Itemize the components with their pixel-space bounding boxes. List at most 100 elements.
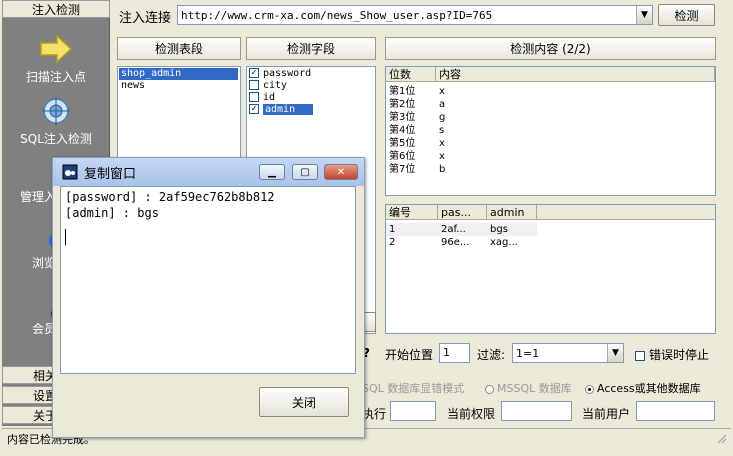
chevron-down-icon[interactable]: ▼ [636,6,652,24]
cell: g [439,112,446,123]
sidebar-item-scan[interactable]: 扫描注入点 [2,34,110,85]
cell: 2af... [441,224,466,235]
list-item-field[interactable]: id [247,92,375,104]
field-name: id [263,92,276,103]
current-perm-label: 当前权限 [447,407,496,421]
start-pos-label: 开始位置 [385,348,434,362]
maximize-icon: ▢ [300,166,310,178]
sidebar-header[interactable]: 注入检测 [2,0,110,18]
results-grid-body: 1 2af... bgs 2 96e... xag... [386,223,715,249]
column-header[interactable]: 位数 [386,67,436,81]
cell: s [439,125,445,136]
checkbox-unchecked[interactable] [249,92,259,102]
position-grid: 位数 内容 第1位 x 第2位 a 第3位 g 第4位 s 第5位 x 第6位 x 第7位 b [385,66,716,196]
chevron-down-icon[interactable]: ▼ [607,344,623,362]
sidebar-item-label: 管理入 [20,190,57,204]
copy-textarea[interactable]: [password] : 2af59ec762b8b812 [admin] : … [60,186,356,374]
url-value: http://www.crm-xa.com/news_Show_user.asp… [181,8,493,22]
radio-label: Access或其他数据库 [597,382,701,395]
close-window-button[interactable]: ✕ [324,164,358,180]
dialog-titlebar[interactable]: 复制窗口 ▁ ▢ ✕ [53,158,364,186]
results-grid: 编号 pas... admin 1 2af... bgs 2 96e... xa… [385,204,716,334]
minimize-icon: ▁ [268,166,276,178]
execute-input[interactable] [390,401,436,421]
resize-grip-icon[interactable] [715,432,727,444]
radio-button-selected[interactable] [585,384,594,394]
list-item-table[interactable]: shop_admin [119,68,238,80]
tables-header[interactable]: 检测表段 [117,37,241,60]
list-item-field[interactable]: city [247,80,375,92]
table-row[interactable]: 第6位 x [386,150,715,163]
maximize-button[interactable]: ▢ [292,164,318,180]
content-header[interactable]: 检测内容 (2/2) [385,37,716,60]
field-name: password [263,68,312,79]
column-header[interactable]: pas... [438,205,487,219]
grid-header: 编号 pas... admin [386,205,715,220]
current-perm-field [501,401,572,421]
checkbox-checked[interactable]: ✓ [249,104,259,114]
column-header[interactable]: 编号 [386,205,438,219]
text-line: [password] : 2af59ec762b8b812 [65,190,275,204]
arrow-right-icon [40,34,73,64]
cell: 96e... [441,237,470,248]
cell: 第4位 [389,125,416,136]
cell: x [439,151,445,162]
list-item-table[interactable]: news [119,80,238,92]
table-row[interactable]: 第3位 g [386,111,715,124]
cell: 1 [389,224,396,235]
cell: x [439,86,445,97]
radio-access[interactable]: Access或其他数据库 [585,380,701,396]
sql-injection-icon [42,97,70,125]
radio-mssql-error[interactable]: SQL 数据库显错模式 [362,380,464,396]
copy-dialog: 复制窗口 ▁ ▢ ✕ [password] : 2af59ec762b8b812… [52,157,365,438]
stop-on-error-label: 错误时停止 [649,348,710,362]
cell: 2 [389,237,396,248]
checkbox-unchecked[interactable] [635,350,645,361]
dialog-close-button[interactable]: 关闭 [259,387,349,417]
checkbox-checked[interactable]: ✓ [249,68,259,78]
table-row[interactable]: 第1位 x [386,85,715,98]
cell: b [439,164,446,175]
cell: 第3位 [389,112,416,123]
table-row[interactable]: 第7位 b [386,163,715,176]
list-item-field[interactable]: ✓ admin [247,104,375,116]
list-item-field[interactable]: ✓ password [247,68,375,80]
table-row[interactable]: 1 2af... bgs [386,223,537,236]
cell: 第7位 [389,164,416,175]
table-row[interactable]: 第5位 x [386,137,715,150]
detect-button[interactable]: 检测 [658,4,715,26]
filter-label: 过滤: [477,348,506,362]
fields-header[interactable]: 检测字段 [246,37,376,60]
grid-header: 位数 内容 [386,67,715,82]
table-row[interactable]: 2 96e... xag... [386,236,537,249]
sidebar-item-sql[interactable]: SQL注入检测 [2,96,110,147]
cell: a [439,99,446,110]
cell: 第5位 [389,138,416,149]
radio-mssql[interactable]: MSSQL 数据库 [485,380,572,396]
start-pos-input[interactable]: 1 [439,343,470,363]
table-row[interactable]: 第2位 a [386,98,715,111]
radio-label: SQL 数据库显错模式 [362,382,465,395]
field-name: admin [263,104,314,115]
minimize-button[interactable]: ▁ [259,164,285,180]
column-header[interactable]: 内容 [436,67,715,81]
table-row[interactable]: 第4位 s [386,124,715,137]
cell: xag... [490,237,518,248]
radio-label: MSSQL 数据库 [497,382,572,395]
cell: 第2位 [389,99,416,110]
filter-select[interactable]: 1=1 ▼ [512,343,624,363]
sidebar-item-label: 扫描注入点 [25,70,86,84]
cell: 第6位 [389,151,416,162]
column-header[interactable]: admin [487,205,537,219]
radio-button[interactable] [485,384,494,394]
field-name: city [263,80,288,91]
checkbox-unchecked[interactable] [249,80,259,90]
stop-on-error-option[interactable]: 错误时停止 [635,346,709,363]
cell: bgs [490,224,508,235]
cell: 第1位 [389,86,416,97]
current-user-field [636,401,715,421]
app-icon [62,164,78,180]
url-input[interactable]: http://www.crm-xa.com/news_Show_user.asp… [177,5,653,25]
close-icon: ✕ [336,166,346,178]
filter-value: 1=1 [516,346,540,360]
